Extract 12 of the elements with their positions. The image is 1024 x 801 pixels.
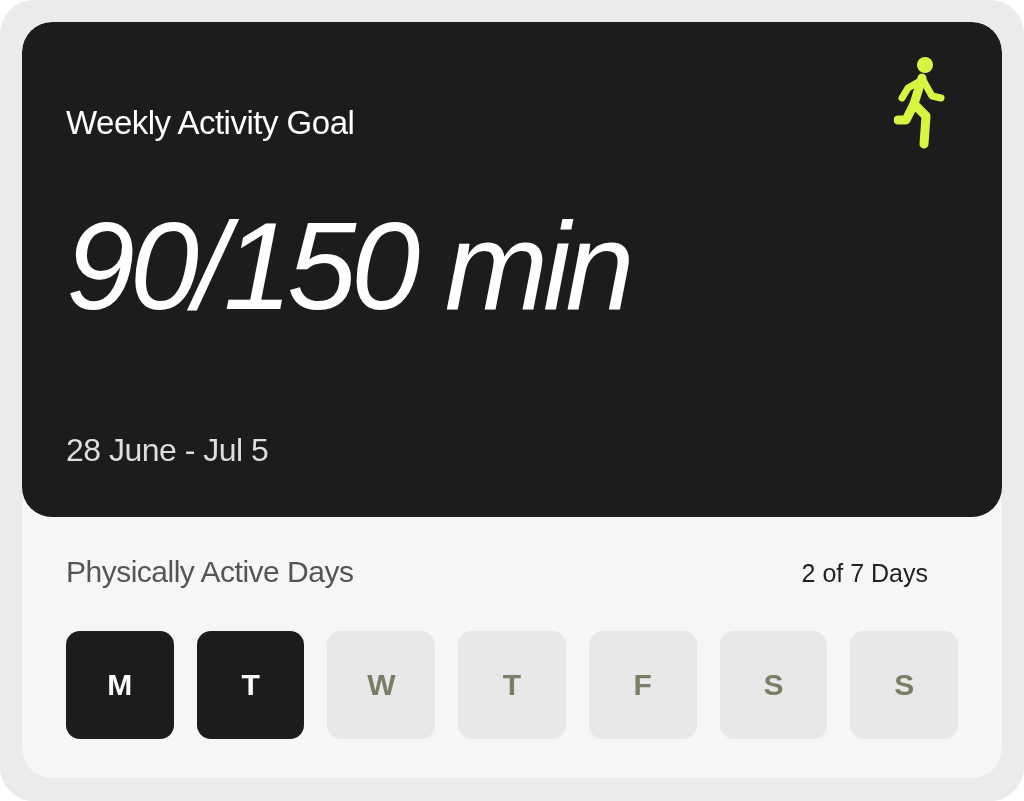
- section-label: Physically Active Days: [66, 555, 354, 589]
- date-range: 28 June - Jul 5: [66, 432, 270, 469]
- day-tile: W: [327, 631, 436, 739]
- active-days-count: 2 of 7 Days: [801, 559, 928, 588]
- day-tile: F: [588, 631, 697, 739]
- day-tile: T: [458, 631, 566, 739]
- day-tile: T: [196, 631, 305, 739]
- running-person-icon: [894, 56, 946, 150]
- day-tile: S: [850, 631, 959, 739]
- day-tile: S: [719, 631, 828, 739]
- goal-title: Weekly Activity Goal: [66, 104, 355, 142]
- day-tile: M: [66, 631, 174, 739]
